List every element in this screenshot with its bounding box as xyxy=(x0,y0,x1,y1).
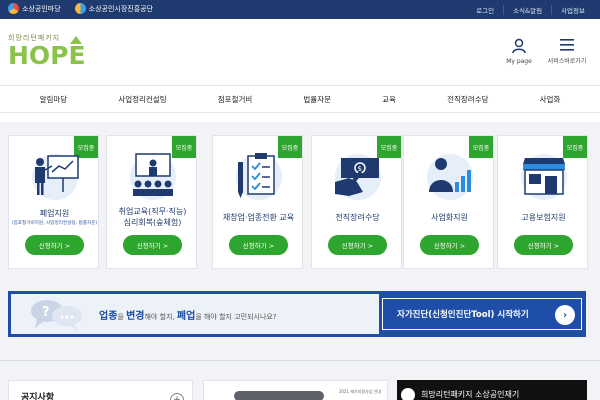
brand-link-semas[interactable]: 소상공인시장진흥공단 xyxy=(74,3,154,14)
video-title: 희망리턴패키지 소상공인재기 xyxy=(421,390,520,399)
news-link[interactable]: 소식&알림 xyxy=(503,4,551,15)
mypage-label: My page xyxy=(506,58,532,65)
start-self-diagnosis-label: 자가진단(신청인진단Tool) 시작하기 xyxy=(397,310,529,320)
checklist-illustration-icon xyxy=(236,153,282,200)
channel-logo-icon xyxy=(401,388,415,400)
brand-label: 소상공인마당 xyxy=(22,4,61,13)
card-title: 사업화지원 xyxy=(431,213,468,222)
program-card-employment-education[interactable]: 모집중 취업교육(직무·직능) 심리회복(숲체험) 신청하기 > xyxy=(106,135,197,269)
money-illustration-icon: $ xyxy=(335,154,381,200)
logo-wordmark: HOPE xyxy=(8,41,86,70)
program-card-commercialization[interactable]: 모집중 사업화지원 신청하기 > xyxy=(403,135,494,269)
speech-bubble-icon: ? xyxy=(31,300,82,331)
banner-keyword-closure: 폐업 xyxy=(176,311,196,322)
brand-link-sosang-madang[interactable]: 소상공인마당 xyxy=(8,3,61,14)
document-header-text: 2021 재기지원사업 안내 xyxy=(338,389,381,394)
apply-button[interactable]: 신청하기 > xyxy=(25,235,84,255)
banner-text-part: 을 xyxy=(117,313,127,321)
card-title: 재창업·업종전환 교육 xyxy=(222,213,295,222)
apply-button[interactable]: 신청하기 > xyxy=(514,235,573,255)
nav-item-allowance[interactable]: 전직장려수당 xyxy=(447,94,488,105)
site-logo[interactable]: 희망리턴패키지 HOPE xyxy=(8,33,88,69)
program-card-employment-insurance[interactable]: 모집중 고용보험지원 신청하기 > xyxy=(497,135,588,269)
video-panel[interactable]: 희망리턴패키지 소상공인재기 xyxy=(397,380,587,400)
service-menu-button[interactable]: 서비스바로가기 xyxy=(540,38,594,65)
presentation-illustration-icon xyxy=(32,154,79,200)
arrow-right-icon: › xyxy=(555,305,575,325)
program-card-restart-education[interactable]: 모집중 재창업·업종전환 교육 신청하기 > xyxy=(212,135,303,269)
user-icon xyxy=(512,38,526,54)
brand-logo-icon xyxy=(8,3,19,14)
self-diagnosis-banner: ? 업종을 변경해야 할지, 폐업을 해야 할지 고민되시나요? 자가진단(신청… xyxy=(8,291,586,337)
document-preview-panel[interactable]: 2021 재기지원사업 안내 xyxy=(203,380,388,400)
agency-logo-icon xyxy=(74,3,86,14)
logo-roof-icon xyxy=(70,36,82,44)
section-divider xyxy=(0,360,600,361)
apply-button[interactable]: 신청하기 > xyxy=(328,235,387,255)
top-utility-bar: 소상공인마당 소상공인시장진흥공단 로그인 소식&알림 사업정보 xyxy=(0,0,600,19)
nav-item-education[interactable]: 교육 xyxy=(382,94,396,105)
login-link[interactable]: 로그인 xyxy=(467,5,503,15)
apply-button[interactable]: 신청하기 > xyxy=(123,235,182,255)
business-info-link[interactable]: 사업정보 xyxy=(551,4,594,15)
nav-item-commercialization[interactable]: 사업화 xyxy=(540,94,561,105)
nav-item-notice[interactable]: 알림마당 xyxy=(40,94,68,105)
program-card-closure[interactable]: 모집중 폐업지원 (점포철거비지원, 사업정리컨설팅, 법률자문) 신청하기 > xyxy=(8,135,99,269)
banner-keyword-change: 변경 xyxy=(126,311,145,322)
plus-icon[interactable]: + xyxy=(170,393,184,400)
classroom-illustration-icon xyxy=(130,153,176,200)
banner-text-part: 을 해야 할지 고민되시나요? xyxy=(195,313,277,321)
service-menu-label: 서비스바로가기 xyxy=(547,58,587,65)
card-title: 고용보험지원 xyxy=(521,213,566,222)
apply-button[interactable]: 신청하기 > xyxy=(420,235,479,255)
card-title: 폐업지원 xyxy=(39,209,70,218)
document-title-bar xyxy=(234,391,324,400)
card-subtitle: (점포철거비지원, 사업정리컨설팅, 법률자문) xyxy=(11,221,98,226)
banner-keyword-industry: 업종 xyxy=(99,311,118,322)
nav-item-legal[interactable]: 법률자문 xyxy=(303,94,331,105)
nav-item-demolition[interactable]: 점포철거비 xyxy=(218,94,253,105)
banner-text-part: 해야 할지, xyxy=(144,313,177,321)
card-title: 전직장려수당 xyxy=(335,213,380,222)
card-title: 취업교육(직무·직능) 심리회복(숲체험) xyxy=(118,207,187,227)
svg-text:?: ? xyxy=(42,305,50,320)
program-card-transfer-allowance[interactable]: 모집중 $ 전직장려수당 신청하기 > xyxy=(311,135,402,269)
main-navigation: 알림마당 사업정리컨설팅 점포철거비 법률자문 교육 전직장려수당 사업화 xyxy=(0,85,600,113)
mypage-button[interactable]: My page xyxy=(492,38,546,65)
business-growth-illustration-icon xyxy=(427,154,473,200)
agency-label: 소상공인시장진흥공단 xyxy=(88,4,154,13)
banner-message-area: ? 업종을 변경해야 할지, 폐업을 해야 할지 고민되시나요? xyxy=(11,294,379,334)
notice-panel: 공지사항 + xyxy=(8,380,193,400)
start-self-diagnosis-button[interactable]: 자가진단(신청인진단Tool) 시작하기 › xyxy=(382,298,582,330)
topbar-links: 로그인 소식&알림 사업정보 xyxy=(467,0,594,19)
notice-title: 공지사항 xyxy=(21,393,55,400)
apply-button[interactable]: 신청하기 > xyxy=(229,235,288,255)
topbar-brands: 소상공인마당 소상공인시장진흥공단 xyxy=(8,3,167,14)
nav-item-consulting[interactable]: 사업정리컨설팅 xyxy=(118,94,166,105)
banner-question: 업종을 변경해야 할지, 폐업을 해야 할지 고민되시나요? xyxy=(99,307,277,322)
store-illustration-icon xyxy=(521,154,567,200)
hamburger-icon xyxy=(560,39,574,51)
